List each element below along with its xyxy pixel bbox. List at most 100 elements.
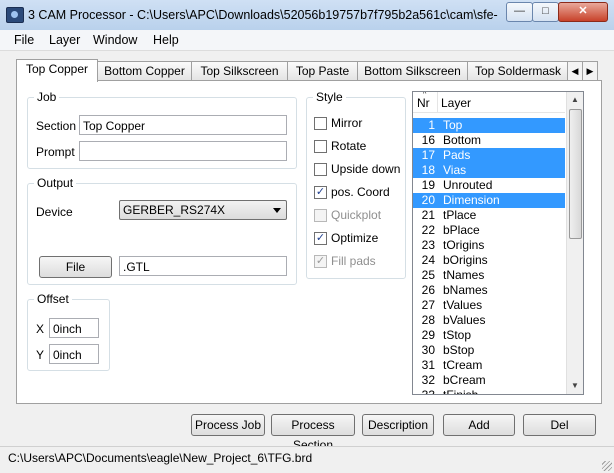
menu-window[interactable]: Window: [93, 33, 137, 47]
tab-top-paste[interactable]: Top Paste: [287, 61, 358, 81]
prompt-label: Prompt: [36, 145, 75, 159]
layer-row[interactable]: 19 Unrouted: [413, 178, 565, 193]
tab-bottom-silkscreen[interactable]: Bottom Silkscreen: [357, 61, 468, 81]
layer-number: 30: [421, 343, 435, 357]
layer-name: bPlace: [443, 223, 480, 237]
column-layer-header[interactable]: Layer: [441, 96, 471, 110]
close-button[interactable]: ✕: [558, 2, 608, 22]
layer-row[interactable]: 28 bValues: [413, 313, 565, 328]
section-input[interactable]: Top Copper: [79, 115, 287, 135]
upside-down-label: Upside down: [331, 162, 401, 176]
description-button[interactable]: Description: [362, 414, 434, 436]
layer-number: 31: [421, 358, 435, 372]
add-button[interactable]: Add: [443, 414, 515, 436]
layer-row[interactable]: 20 Dimension: [413, 193, 565, 208]
process-job-button[interactable]: Process Job: [191, 414, 265, 436]
layer-number: 33: [421, 388, 435, 395]
rotate-label: Rotate: [331, 139, 367, 153]
layer-name: tCream: [443, 358, 483, 372]
layer-name: Pads: [443, 148, 471, 162]
device-label: Device: [36, 205, 73, 219]
tab-top-soldermask[interactable]: Top Soldermask: [467, 61, 569, 81]
checkbox-box: [314, 163, 327, 176]
layer-number: 1: [428, 118, 435, 132]
layer-row[interactable]: 31 tCream: [413, 358, 565, 373]
layer-name: bNames: [443, 283, 488, 297]
fill-pads-label: Fill pads: [331, 254, 376, 268]
layer-row[interactable]: 33 tFinish: [413, 388, 565, 395]
layer-name: Vias: [443, 163, 467, 177]
layer-number: 21: [421, 208, 435, 222]
column-divider: [437, 92, 438, 112]
layer-row[interactable]: 21 tPlace: [413, 208, 565, 223]
menu-layer[interactable]: Layer: [49, 33, 80, 47]
layer-row[interactable]: 16 Bottom: [413, 133, 565, 148]
title-bar: 3 CAM Processor - C:\Users\APC\Downloads…: [0, 0, 614, 31]
device-select[interactable]: GERBER_RS274X: [119, 200, 287, 220]
checkbox-box: ✓: [314, 232, 327, 245]
layer-name: tPlace: [443, 208, 477, 222]
tab-scroll-left-icon[interactable]: ◀: [567, 61, 583, 81]
layer-row[interactable]: 1 Top: [413, 118, 565, 133]
maximize-button[interactable]: □: [532, 2, 559, 22]
layer-row[interactable]: 17 Pads: [413, 148, 565, 163]
layer-row[interactable]: 25 tNames: [413, 268, 565, 283]
tab-scroll-right-icon[interactable]: ▶: [582, 61, 598, 81]
scroll-down-icon[interactable]: ▼: [567, 378, 583, 394]
device-select-value: GERBER_RS274X: [123, 203, 226, 217]
offset-y-input[interactable]: 0inch: [49, 344, 99, 364]
layer-row[interactable]: 27 tValues: [413, 298, 565, 313]
prompt-input[interactable]: [79, 141, 287, 161]
layer-row[interactable]: 30 bStop: [413, 343, 565, 358]
layer-name: Top: [443, 118, 463, 132]
style-group-label: Style: [313, 90, 346, 104]
tab-top-copper[interactable]: Top Copper: [16, 59, 98, 82]
file-button[interactable]: File: [39, 256, 112, 278]
layer-row[interactable]: 23 tOrigins: [413, 238, 565, 253]
layer-number: 22: [421, 223, 435, 237]
layer-name: tNames: [443, 268, 485, 282]
layer-row[interactable]: 32 bCream: [413, 373, 565, 388]
tab-bottom-copper[interactable]: Bottom Copper: [97, 61, 192, 81]
layer-number: 28: [421, 313, 435, 327]
del-button[interactable]: Del: [523, 414, 596, 436]
layer-name: Unrouted: [443, 178, 493, 192]
column-nr-header[interactable]: Nr: [417, 96, 430, 110]
layer-number: 32: [421, 373, 435, 387]
offset-group-label: Offset: [34, 292, 72, 306]
layer-row[interactable]: 26 bNames: [413, 283, 565, 298]
layer-list[interactable]: ^ Nr Layer 1 Top 16 Bottom 17 Pads 18 Vias 19 Unr…: [412, 91, 584, 395]
layer-number: 29: [421, 328, 435, 342]
resize-grip-icon[interactable]: [602, 461, 612, 471]
tab-top-silkscreen[interactable]: Top Silkscreen: [191, 61, 288, 81]
layer-list-scrollbar[interactable]: ▲ ▼: [566, 92, 583, 394]
layer-name: Dimension: [443, 193, 500, 207]
app-icon: [6, 7, 24, 23]
layer-name: tValues: [443, 298, 483, 312]
minimize-button[interactable]: —: [506, 2, 533, 22]
offset-x-input[interactable]: 0inch: [49, 318, 99, 338]
layer-list-header: ^ Nr Layer: [413, 92, 565, 113]
layer-row[interactable]: 22 bPlace: [413, 223, 565, 238]
checkbox-box: ✓: [314, 186, 327, 199]
layer-row[interactable]: 29 tStop: [413, 328, 565, 343]
optimize-label: Optimize: [331, 231, 379, 245]
status-path: C:\Users\APC\Documents\eagle\New_Project…: [8, 451, 313, 465]
layer-number: 23: [421, 238, 435, 252]
chevron-down-icon: [273, 208, 281, 213]
scroll-up-icon[interactable]: ▲: [567, 92, 583, 108]
section-panel: Job Section Top Copper Prompt Output Dev…: [16, 80, 602, 404]
layer-number: 16: [421, 133, 435, 147]
process-section-button[interactable]: Process Section: [271, 414, 355, 452]
layer-number: 27: [421, 298, 435, 312]
job-group: Job Section Top Copper Prompt: [27, 90, 297, 169]
output-group-label: Output: [34, 176, 77, 190]
menu-file[interactable]: File: [14, 33, 34, 47]
layer-row[interactable]: 18 Vias: [413, 163, 565, 178]
menu-help[interactable]: Help: [153, 33, 179, 47]
scrollbar-thumb[interactable]: [569, 109, 582, 239]
checkbox-box: [314, 140, 327, 153]
layer-row[interactable]: 24 bOrigins: [413, 253, 565, 268]
checkbox-box: [314, 117, 327, 130]
file-input[interactable]: .GTL: [119, 256, 287, 276]
